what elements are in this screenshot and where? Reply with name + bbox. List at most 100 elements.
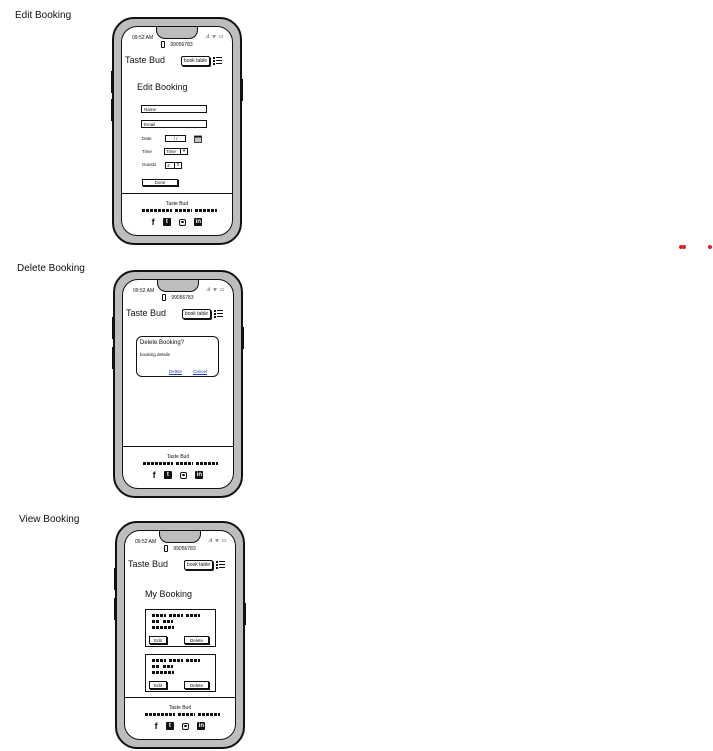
book-table-button[interactable]: book table bbox=[180, 56, 210, 66]
date-field[interactable]: / / bbox=[165, 135, 186, 142]
menu-icon[interactable] bbox=[213, 56, 222, 65]
delete-button[interactable]: Delete bbox=[184, 681, 209, 689]
booking-info bbox=[163, 620, 173, 623]
facebook-icon[interactable]: f bbox=[152, 217, 155, 227]
social-links: f t in bbox=[125, 721, 235, 731]
footer-text bbox=[196, 462, 218, 465]
booking-info bbox=[152, 614, 166, 617]
red-marker bbox=[682, 245, 686, 249]
time-select-value: Time bbox=[166, 149, 176, 154]
phone-side-button bbox=[243, 603, 246, 625]
booking-info bbox=[186, 614, 200, 617]
phone-edit-booking: 09:52 AM .ıl ᯤ ▭ 99056783 Taste Bud book… bbox=[111, 17, 243, 245]
phone-delete-booking: 09:52 AM .ıl ᯤ ▭ 99056783 Taste Bud book… bbox=[112, 270, 244, 498]
edit-booking-label: Edit Booking bbox=[15, 10, 72, 21]
twitter-icon[interactable]: t bbox=[162, 218, 171, 226]
footer-text bbox=[176, 462, 193, 465]
footer-divider bbox=[123, 446, 233, 447]
book-table-button[interactable]: book table bbox=[181, 309, 211, 319]
booking-info bbox=[152, 659, 166, 662]
device-id: 99056783 bbox=[125, 545, 235, 552]
signal-icon: .ıl ᯤ ▭ bbox=[207, 538, 227, 544]
phone-side-button bbox=[114, 598, 117, 620]
menu-icon[interactable] bbox=[214, 309, 223, 318]
delete-button[interactable]: Delete bbox=[184, 636, 209, 644]
linkedin-icon[interactable]: in bbox=[197, 722, 206, 730]
email-field[interactable]: Email bbox=[141, 120, 207, 128]
social-links: f t in bbox=[123, 470, 233, 480]
phone-screen: 09:52 AM .ıl ᯤ ▭ 99056783 Taste Bud book… bbox=[121, 26, 233, 236]
instagram-icon[interactable] bbox=[182, 722, 190, 730]
brand-title[interactable]: Taste Bud bbox=[128, 559, 168, 569]
footer-brand: Taste Bud bbox=[165, 201, 189, 207]
facebook-icon[interactable]: f bbox=[155, 721, 158, 731]
booking-info bbox=[152, 671, 174, 674]
phone-side-button bbox=[112, 317, 115, 339]
name-field[interactable]: Name bbox=[141, 105, 207, 113]
phone-side-button bbox=[241, 327, 244, 349]
guests-label: Guests bbox=[142, 162, 157, 167]
phone-side-button bbox=[111, 99, 114, 121]
footer-divider bbox=[122, 193, 232, 194]
phone-icon bbox=[162, 294, 167, 301]
instagram-icon[interactable] bbox=[179, 218, 187, 226]
twitter-icon[interactable]: t bbox=[163, 471, 172, 479]
dialog-title: Delete Booking? bbox=[140, 340, 185, 346]
booking-info bbox=[169, 659, 183, 662]
done-button[interactable]: Done bbox=[142, 179, 178, 186]
instagram-icon[interactable] bbox=[180, 471, 188, 479]
view-booking-label: View Booking bbox=[19, 514, 80, 525]
calendar-icon[interactable] bbox=[194, 135, 202, 143]
device-id-text: 99056783 bbox=[170, 41, 193, 48]
footer-brand: Taste Bud bbox=[166, 454, 190, 460]
footer-divider bbox=[125, 697, 235, 698]
booking-info bbox=[152, 620, 160, 623]
edit-button[interactable]: Edit bbox=[149, 681, 167, 689]
phone-notch bbox=[156, 27, 198, 39]
footer-brand: Taste Bud bbox=[168, 705, 192, 711]
time-select[interactable]: Time ▾ bbox=[164, 148, 188, 155]
footer-text bbox=[198, 713, 220, 716]
footer-text bbox=[178, 713, 195, 716]
booking-card: Edit Delete bbox=[145, 654, 216, 692]
booking-info bbox=[186, 659, 200, 662]
edit-button[interactable]: Edit bbox=[149, 636, 167, 644]
chevron-down-icon: ▾ bbox=[180, 148, 187, 155]
phone-view-booking: 09:52 AM .ıl ᯤ ▭ 99056783 Taste Bud book… bbox=[114, 521, 246, 749]
twitter-icon[interactable]: t bbox=[165, 722, 174, 730]
phone-screen: 09:52 AM .ıl ᯤ ▭ 99056783 Taste Bud book… bbox=[122, 279, 234, 489]
phone-side-button bbox=[240, 79, 243, 101]
phone-icon bbox=[164, 545, 169, 552]
guests-stepper[interactable]: 3 ⇕ bbox=[165, 162, 182, 169]
footer-text bbox=[145, 713, 175, 716]
stepper-icon[interactable]: ⇕ bbox=[174, 162, 181, 169]
page-title: My Booking bbox=[145, 589, 193, 599]
book-table-button[interactable]: book table bbox=[183, 560, 213, 570]
phone-side-button bbox=[111, 71, 114, 93]
phone-notch bbox=[157, 280, 199, 292]
time-label: Time bbox=[142, 149, 152, 154]
footer-text bbox=[175, 209, 192, 212]
guests-value: 3 bbox=[167, 163, 170, 168]
footer-text bbox=[195, 209, 217, 212]
device-id: 99056783 bbox=[122, 41, 232, 48]
phone-side-button bbox=[114, 568, 117, 590]
brand-title[interactable]: Taste Bud bbox=[126, 308, 166, 318]
app-header: Taste Bud book table bbox=[123, 308, 233, 320]
red-marker bbox=[708, 245, 712, 249]
linkedin-icon[interactable]: in bbox=[194, 218, 203, 226]
phone-side-button bbox=[112, 347, 115, 369]
facebook-icon[interactable]: f bbox=[153, 470, 156, 480]
menu-icon[interactable] bbox=[216, 560, 225, 569]
linkedin-icon[interactable]: in bbox=[195, 471, 204, 479]
date-label: Date bbox=[142, 136, 152, 141]
device-id: 99056783 bbox=[123, 294, 233, 301]
brand-title[interactable]: Taste Bud bbox=[125, 55, 165, 65]
booking-info bbox=[163, 665, 173, 668]
delete-link[interactable]: Delete bbox=[169, 369, 182, 374]
booking-info bbox=[152, 665, 160, 668]
booking-info bbox=[152, 626, 174, 629]
form-title: Edit Booking bbox=[137, 82, 188, 92]
cancel-link[interactable]: Cancel bbox=[193, 369, 207, 374]
delete-dialog: Delete Booking? booking details Delete C… bbox=[136, 336, 219, 377]
